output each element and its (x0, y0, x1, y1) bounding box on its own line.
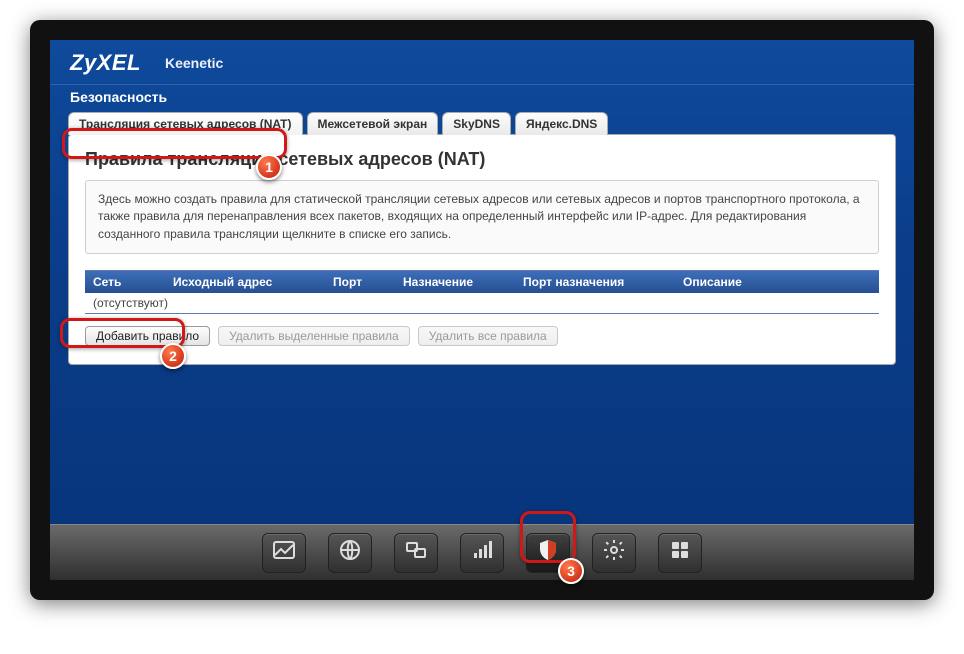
table-header-row: Сеть Исходный адрес Порт Назначение Порт… (85, 271, 879, 293)
delete-all-button: Удалить все правила (418, 326, 558, 346)
tab-nat[interactable]: Трансляция сетевых адресов (NAT) (68, 112, 303, 135)
shield-icon (536, 538, 560, 567)
col-destination: Назначение (395, 271, 515, 293)
dock-settings-button[interactable] (592, 533, 636, 573)
col-network: Сеть (85, 271, 165, 293)
dock-apps-button[interactable] (658, 533, 702, 573)
table-empty-row: (отсутствуют) (85, 293, 879, 313)
model-name: Keenetic (165, 55, 223, 71)
top-bar: ZyXEL Keenetic (50, 40, 914, 84)
tabs-row: Трансляция сетевых адресов (NAT) Межсете… (50, 111, 914, 134)
dock-internet-button[interactable] (328, 533, 372, 573)
col-port: Порт (325, 271, 395, 293)
monitor-frame: ZyXEL Keenetic Безопасность Трансляция с… (30, 20, 934, 600)
globe-icon (338, 538, 362, 567)
add-rule-button[interactable]: Добавить правило (85, 326, 210, 346)
bottom-dock (50, 524, 914, 580)
chart-icon (272, 538, 296, 567)
section-title: Безопасность (50, 84, 914, 111)
tab-yandexdns[interactable]: Яндекс.DNS (515, 112, 608, 135)
dock-wifi-button[interactable] (460, 533, 504, 573)
dock-status-button[interactable] (262, 533, 306, 573)
dock-security-button[interactable] (526, 533, 570, 573)
col-description: Описание (675, 271, 879, 293)
router-admin-screen: ZyXEL Keenetic Безопасность Трансляция с… (50, 40, 914, 580)
table-empty-text: (отсутствуют) (93, 296, 168, 310)
panel-title: Правила трансляции сетевых адресов (NAT) (85, 149, 879, 170)
tab-skydns[interactable]: SkyDNS (442, 112, 511, 135)
brand-logo: ZyXEL (70, 50, 141, 76)
col-source-addr: Исходный адрес (165, 271, 325, 293)
monitors-icon (404, 538, 428, 567)
delete-selected-button: Удалить выделенные правила (218, 326, 410, 346)
rule-actions: Добавить правило Удалить выделенные прав… (85, 326, 879, 346)
nat-panel: Правила трансляции сетевых адресов (NAT)… (68, 134, 896, 365)
panel-info-text: Здесь можно создать правила для статичес… (85, 180, 879, 254)
gear-icon (602, 538, 626, 567)
tab-firewall[interactable]: Межсетевой экран (307, 112, 439, 135)
nat-rules-table: Сеть Исходный адрес Порт Назначение Порт… (85, 270, 879, 314)
grid-icon (668, 538, 692, 567)
dock-network-button[interactable] (394, 533, 438, 573)
signal-icon (470, 538, 494, 567)
col-dest-port: Порт назначения (515, 271, 675, 293)
